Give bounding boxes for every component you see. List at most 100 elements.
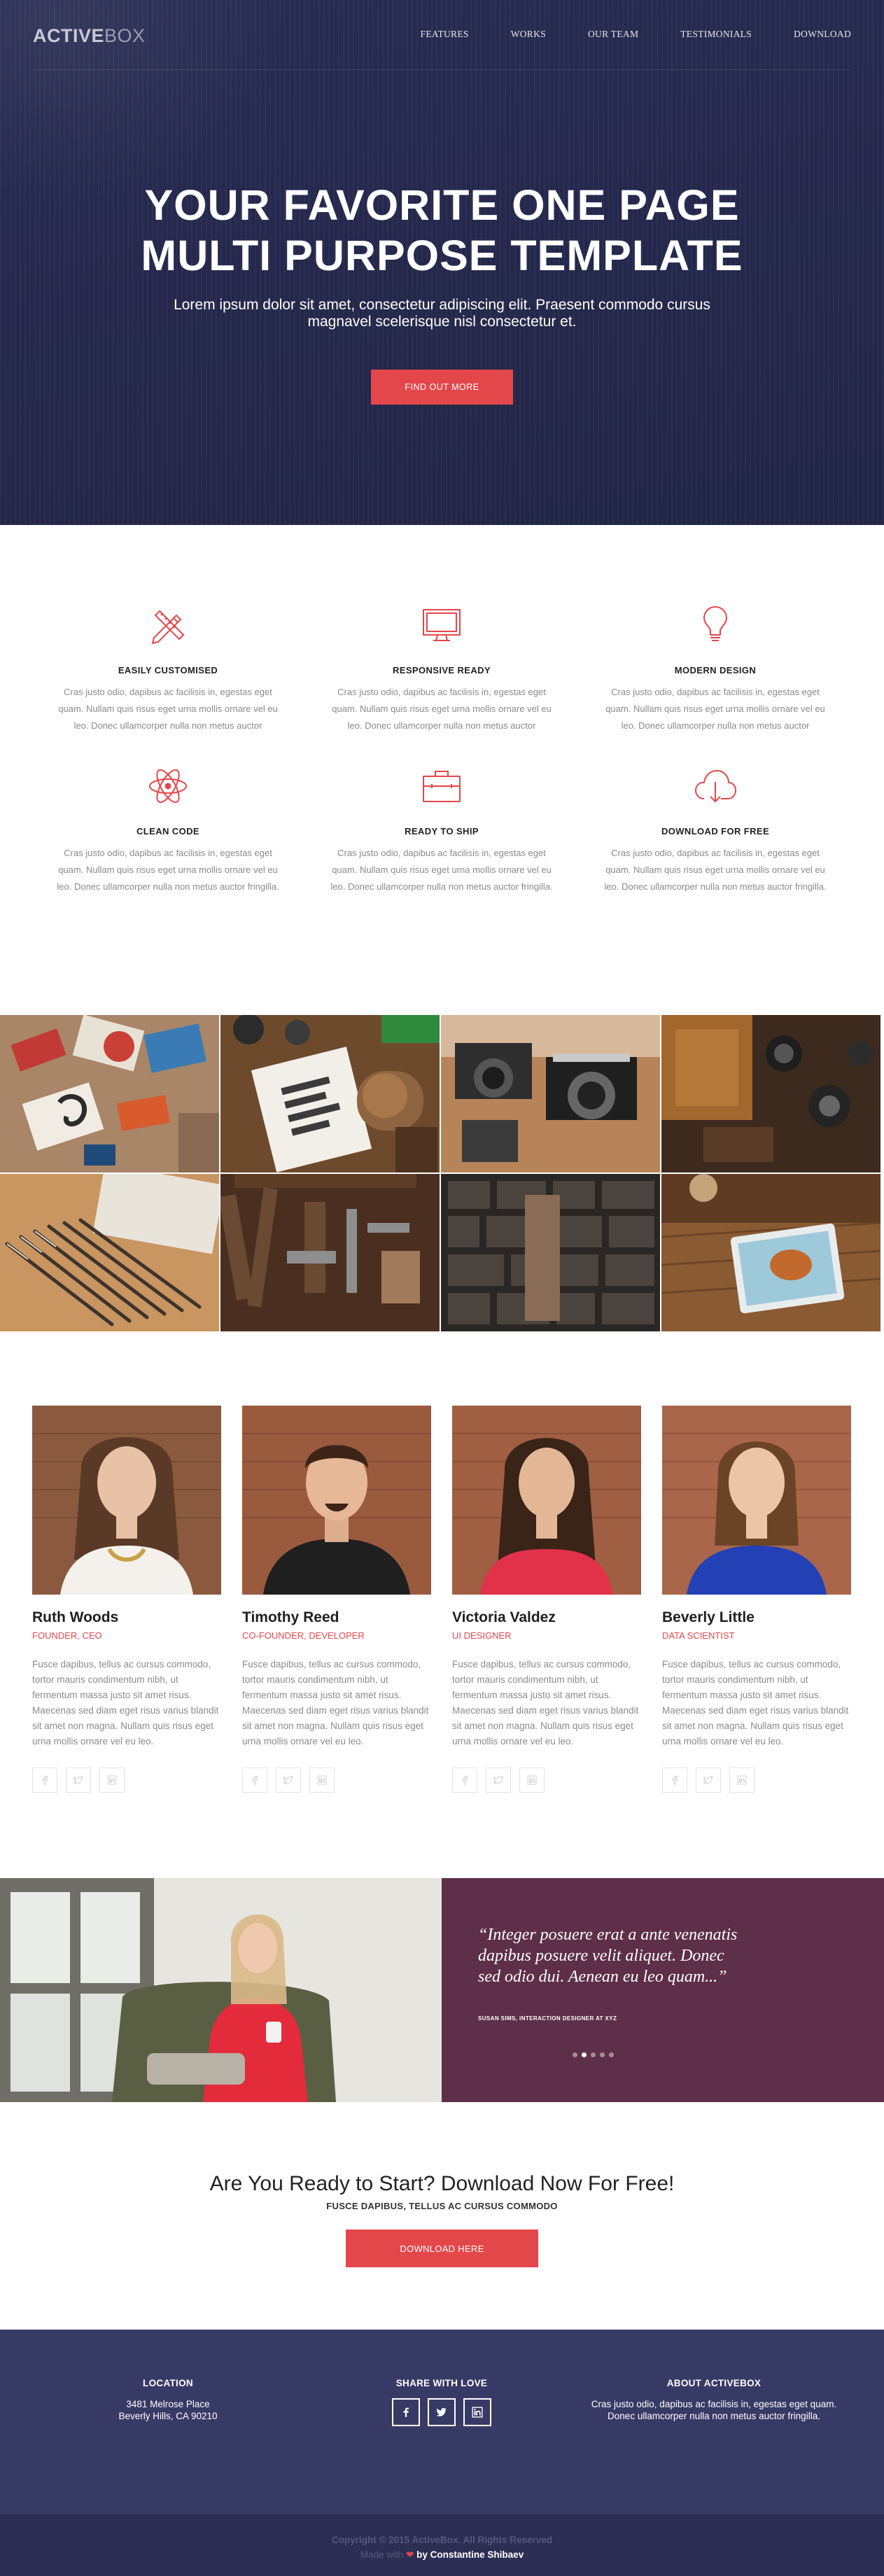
team-member-photo [662, 1406, 851, 1595]
download-here-button[interactable]: DOWNLOAD HERE [346, 2230, 538, 2267]
facebook-icon[interactable] [392, 2398, 420, 2426]
hero-section: ACTIVEBOX FEATURES WORKS OUR TEAM TESTIM… [0, 0, 884, 525]
linkedin-icon[interactable] [519, 1768, 545, 1793]
carousel-dot[interactable] [609, 2052, 614, 2057]
feature-clean-code: CLEAN CODE Cras justo odio, dapibus ac f… [52, 760, 283, 895]
cta-subtitle: FUSCE DAPIBUS, TELLUS AC CURSUS COMMODO [326, 2201, 558, 2211]
feature-title: READY TO SHIP [405, 826, 479, 836]
facebook-icon[interactable] [242, 1768, 267, 1793]
feature-text: Cras justo odio, dapibus ac facilisis in… [330, 848, 553, 892]
twitter-icon[interactable] [696, 1768, 721, 1793]
atom-icon [149, 769, 187, 804]
carousel-dots [573, 2052, 614, 2057]
cloud-download-icon [695, 770, 736, 802]
team-member-name: Ruth Woods [32, 1609, 119, 1625]
gallery-tile[interactable] [0, 1015, 219, 1172]
hero-subtitle: Lorem ipsum dolor sit amet, consectetur … [174, 297, 710, 330]
team-member-socials [242, 1768, 431, 1793]
footer-socials [337, 2398, 547, 2426]
team-member-name: Victoria Valdez [452, 1609, 556, 1625]
desk-tools-photo [661, 1015, 881, 1172]
hero-title-line2: MULTI PURPOSE TEMPLATE [141, 232, 743, 279]
hero-title-line1: YOUR FAVORITE ONE PAGE [144, 181, 740, 229]
feature-easily-customised: EASILY CUSTOMISED Cras justo odio, dapib… [52, 598, 283, 734]
pencil-ruler-icon [152, 610, 184, 644]
twitter-icon[interactable] [428, 2398, 456, 2426]
lightbulb-icon [703, 606, 727, 641]
gallery-tile[interactable] [661, 1015, 881, 1172]
find-out-more-button[interactable]: FIND OUT MORE [371, 370, 513, 405]
pencils-photo [0, 1174, 219, 1331]
carousel-dot[interactable] [573, 2052, 577, 2057]
cta-title: Are You Ready to Start? Download Now For… [209, 2172, 675, 2195]
linkedin-icon[interactable] [309, 1768, 335, 1793]
facebook-icon[interactable] [452, 1768, 477, 1793]
nav-item-works[interactable]: WORKS [511, 29, 546, 40]
gallery-tile[interactable] [661, 1174, 881, 1331]
carousel-dot[interactable] [591, 2052, 596, 2057]
logo[interactable]: ACTIVEBOX [33, 25, 146, 47]
feature-title: MODERN DESIGN [674, 665, 757, 676]
briefcase-icon [423, 771, 461, 802]
testimonial-photo [0, 1878, 442, 2102]
nav-item-download[interactable]: DOWNLOAD [794, 29, 851, 40]
author-credit[interactable]: by Constantine Shibaev [416, 2549, 524, 2560]
team-member-card: Victoria Valdez UI DESIGNER Fusce dapibu… [452, 1406, 641, 1793]
twitter-icon[interactable] [486, 1768, 511, 1793]
footer-about: ABOUT ACTIVEBOX Cras justo odio, dapibus… [574, 2378, 854, 2422]
linkedin-icon[interactable] [729, 1768, 755, 1793]
testimonials-section: “Integer posuere erat a ante venenatis d… [0, 1878, 884, 2102]
team-member-name: Timothy Reed [242, 1609, 339, 1625]
team-member-card: Ruth Woods FOUNDER, CEO Fusce dapibus, t… [32, 1406, 221, 1793]
footer-about-line1: Cras justo odio, dapibus ac facilisis in… [591, 2399, 837, 2409]
team-member-photo [32, 1406, 221, 1595]
made-with-label: Made with [360, 2549, 404, 2560]
team-member-socials [662, 1768, 851, 1793]
testimonial-panel: “Integer posuere erat a ante venenatis d… [442, 1878, 884, 2102]
team-member-bio: Fusce dapibus, tellus ac cursus commodo,… [242, 1659, 429, 1746]
gallery-tile[interactable] [0, 1174, 219, 1331]
team-member-bio: Fusce dapibus, tellus ac cursus commodo,… [32, 1659, 219, 1746]
gallery-tile[interactable] [441, 1174, 660, 1331]
made-with-text: Made with ❤ by Constantine Shibaev [0, 2549, 884, 2561]
gallery-tile[interactable] [220, 1174, 440, 1331]
twitter-icon[interactable] [66, 1768, 91, 1793]
feature-ready-to-ship: READY TO SHIP Cras justo odio, dapibus a… [326, 760, 557, 895]
nav-item-our-team[interactable]: OUR TEAM [588, 29, 638, 40]
copyright-text: Copyright © 2015 ActiveBox. All Rights R… [331, 2535, 553, 2545]
footer-address: 3481 Melrose Place Beverly Hills, CA 902… [63, 2398, 273, 2422]
twitter-icon[interactable] [276, 1768, 301, 1793]
footer-location-title: LOCATION [143, 2378, 193, 2388]
logo-bold: ACTIVE [33, 25, 105, 46]
feature-text: Cras justo odio, dapibus ac facilisis in… [605, 687, 825, 731]
download-section: Are You Ready to Start? Download Now For… [0, 2102, 884, 2330]
facebook-icon[interactable] [32, 1768, 57, 1793]
linkedin-icon[interactable] [99, 1768, 125, 1793]
works-gallery [0, 1015, 884, 1336]
footer-address-line2: Beverly Hills, CA 90210 [118, 2411, 218, 2421]
nav-item-features[interactable]: FEATURES [421, 29, 469, 40]
feature-text: Cras justo odio, dapibus ac facilisis in… [604, 848, 827, 892]
carousel-dot-active[interactable] [582, 2052, 587, 2057]
carousel-dot[interactable] [600, 2052, 605, 2057]
facebook-icon[interactable] [662, 1768, 687, 1793]
team-section: Ruth Woods FOUNDER, CEO Fusce dapibus, t… [0, 1336, 884, 1878]
team-member-role: FOUNDER, CEO [32, 1630, 102, 1641]
testimonial-image [0, 1878, 442, 2102]
feature-title: DOWNLOAD FOR FREE [661, 826, 770, 836]
feature-text: Cras justo odio, dapibus ac facilisis in… [58, 687, 278, 731]
footer-location: LOCATION 3481 Melrose Place Beverly Hill… [63, 2378, 273, 2422]
navbar: ACTIVEBOX FEATURES WORKS OUR TEAM TESTIM… [33, 0, 851, 70]
linkedin-icon[interactable] [463, 2398, 491, 2426]
footer: LOCATION 3481 Melrose Place Beverly Hill… [0, 2330, 884, 2514]
team-member-photo [242, 1406, 431, 1595]
team-member-bio: Fusce dapibus, tellus ac cursus commodo,… [452, 1659, 639, 1746]
gallery-tile[interactable] [220, 1015, 440, 1172]
gallery-tile[interactable] [441, 1015, 660, 1172]
team-member-socials [32, 1768, 221, 1793]
team-member-socials [452, 1768, 641, 1793]
team-member-photo [452, 1406, 641, 1595]
nav-item-testimonials[interactable]: TESTIMONIALS [680, 29, 752, 40]
avatar [662, 1406, 851, 1595]
footer-about-title: ABOUT ACTIVEBOX [666, 2378, 762, 2388]
